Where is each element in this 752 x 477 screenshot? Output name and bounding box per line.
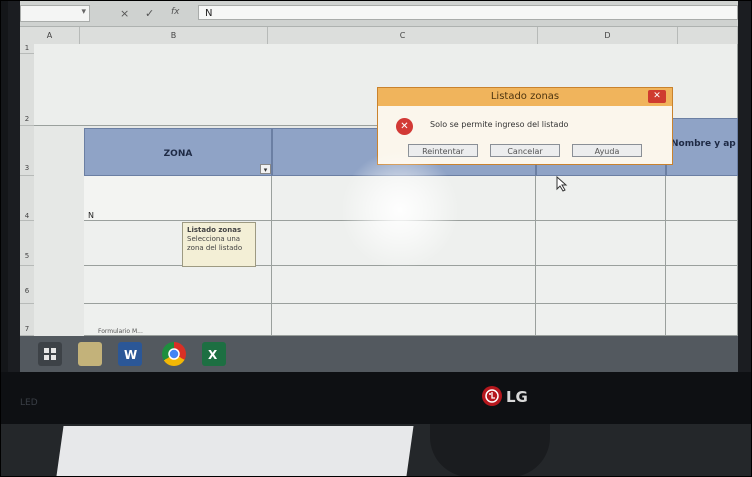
retry-button[interactable]: Reintentar bbox=[408, 144, 478, 157]
chrome-icon[interactable] bbox=[162, 342, 186, 366]
column-header-c[interactable]: C bbox=[268, 27, 538, 44]
row-header[interactable]: 3 bbox=[20, 126, 34, 176]
word-icon[interactable]: W bbox=[118, 342, 142, 366]
row-header[interactable]: 2 bbox=[20, 54, 34, 126]
row-header[interactable]: 4 bbox=[20, 176, 34, 221]
column-header-e[interactable] bbox=[678, 27, 738, 44]
column-header-d[interactable]: D bbox=[538, 27, 678, 44]
monitor-bezel-left bbox=[8, 0, 20, 400]
taskbar: W X bbox=[20, 336, 738, 372]
windows-start-icon[interactable] bbox=[38, 342, 62, 366]
row-header[interactable]: 7 bbox=[20, 304, 34, 336]
paper-sheet bbox=[56, 426, 414, 476]
mouse-pointer-icon bbox=[556, 176, 568, 192]
tooltip-line: Selecciona una bbox=[187, 235, 241, 243]
sheet-tab[interactable]: Formulario M... bbox=[98, 328, 143, 335]
row-header[interactable]: 1 bbox=[20, 44, 34, 54]
cell-b6[interactable] bbox=[84, 266, 272, 304]
validation-error-dialog: Listado zonas ✕ ✕ Solo se permite ingres… bbox=[377, 87, 673, 165]
cell-e4[interactable] bbox=[666, 176, 738, 221]
formula-input[interactable]: N bbox=[198, 5, 738, 20]
close-icon[interactable]: ✕ bbox=[648, 90, 666, 103]
dialog-message: Solo se permite ingreso del listado bbox=[430, 120, 569, 129]
cell-b4[interactable] bbox=[84, 176, 272, 221]
lg-logo-icon bbox=[482, 386, 502, 406]
cell-c5[interactable] bbox=[272, 221, 536, 266]
input-message-tooltip: Listado zonas Selecciona una zona del li… bbox=[182, 222, 256, 267]
svg-text:X: X bbox=[208, 348, 218, 362]
header-zona[interactable]: ZONA bbox=[84, 128, 272, 176]
cell-c4[interactable] bbox=[272, 176, 536, 221]
column-header-a[interactable]: A bbox=[20, 27, 80, 44]
cell-e7[interactable] bbox=[666, 304, 738, 336]
file-explorer-icon[interactable] bbox=[78, 342, 102, 366]
tooltip-line: zona del listado bbox=[187, 244, 243, 252]
cell-b4-value: N bbox=[88, 211, 94, 220]
cell-e6[interactable] bbox=[666, 266, 738, 304]
tooltip-title: Listado zonas bbox=[187, 226, 242, 234]
excel-icon[interactable]: X bbox=[202, 342, 226, 366]
cell-e5[interactable] bbox=[666, 221, 738, 266]
name-box[interactable]: ▾ bbox=[20, 5, 90, 22]
row-header[interactable]: 5 bbox=[20, 221, 34, 266]
monitor-stand bbox=[430, 424, 550, 477]
column-header-b[interactable]: B bbox=[80, 27, 268, 44]
cell-d6[interactable] bbox=[536, 266, 666, 304]
bezel-label: LED bbox=[20, 398, 38, 408]
chevron-down-icon[interactable]: ▾ bbox=[81, 7, 86, 17]
cancel-button[interactable]: Cancelar bbox=[490, 144, 560, 157]
monitor-bezel-right bbox=[738, 0, 752, 400]
filter-dropdown-icon[interactable]: ▾ bbox=[260, 164, 271, 174]
dialog-title: Listado zonas bbox=[378, 88, 672, 106]
help-button[interactable]: Ayuda bbox=[572, 144, 642, 157]
header-nombre[interactable]: Nombre y ap bbox=[666, 118, 738, 176]
cell-c7[interactable] bbox=[272, 304, 536, 336]
formula-bar: ▾ × ✓ fx N bbox=[20, 0, 738, 27]
insert-function-icon[interactable]: fx bbox=[171, 7, 180, 17]
monitor-bezel-bottom bbox=[0, 372, 752, 424]
row-header[interactable]: 6 bbox=[20, 266, 34, 304]
cancel-entry-icon[interactable]: × bbox=[120, 7, 129, 20]
cell-d5[interactable] bbox=[536, 221, 666, 266]
cell-d7[interactable] bbox=[536, 304, 666, 336]
monitor-brand: LG bbox=[506, 388, 528, 406]
error-icon: ✕ bbox=[396, 118, 413, 135]
dialog-body: ✕ Solo se permite ingreso del listado Re… bbox=[378, 106, 672, 164]
cell-c6[interactable] bbox=[272, 266, 536, 304]
confirm-entry-icon[interactable]: ✓ bbox=[145, 7, 154, 20]
svg-text:W: W bbox=[124, 348, 137, 362]
monitor-screen: ▾ × ✓ fx N A B C D 1 2 3 4 5 6 7 ZONA ▾ … bbox=[20, 0, 738, 372]
